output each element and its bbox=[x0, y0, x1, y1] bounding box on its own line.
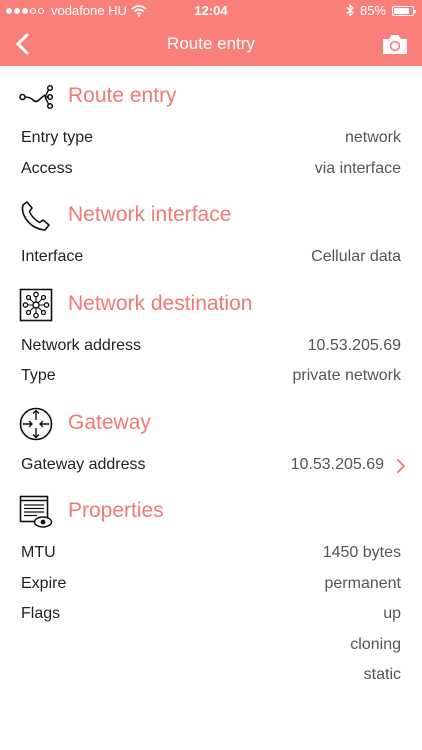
detail-content: Route entry Entry type network Access vi… bbox=[0, 66, 422, 692]
detail-row-type: Type private network bbox=[0, 362, 422, 393]
row-value: up bbox=[383, 605, 401, 622]
phone-icon bbox=[21, 201, 50, 231]
row-label: Type bbox=[21, 367, 56, 384]
row-value: via interface bbox=[314, 159, 401, 177]
row-value: Cellular data bbox=[311, 248, 401, 265]
row-label: Expire bbox=[21, 574, 67, 592]
detail-row-flag-static: static bbox=[0, 661, 422, 692]
row-value: private network bbox=[292, 367, 402, 384]
row-value: 10.53.205.69 bbox=[307, 336, 401, 354]
document-eye-icon bbox=[19, 495, 53, 528]
detail-row-access: Access via interface bbox=[0, 155, 422, 186]
row-label: MTU bbox=[21, 544, 56, 561]
section-title-gateway: Gateway bbox=[68, 410, 151, 434]
detail-row-flag-cloning: cloning bbox=[0, 631, 422, 662]
status-right: 85% bbox=[346, 3, 416, 18]
detail-row-entry-type: Entry type network bbox=[0, 124, 422, 155]
row-label: Flags bbox=[21, 605, 61, 622]
nav-title: Route entry bbox=[167, 34, 255, 53]
row-label: Interface bbox=[21, 248, 84, 265]
row-value: cloning bbox=[350, 635, 401, 653]
detail-row-mtu: MTU 1450 bytes bbox=[0, 539, 422, 570]
section-network-destination: Network destination bbox=[0, 274, 422, 332]
row-label: Network address bbox=[21, 336, 142, 354]
section-network-interface: Network interface bbox=[0, 185, 422, 243]
camera-icon[interactable] bbox=[380, 30, 410, 58]
row-label: Entry type bbox=[21, 129, 94, 146]
detail-row-expire: Expire permanent bbox=[0, 570, 422, 601]
row-value: 10.53.205.69 bbox=[290, 455, 384, 473]
network-icon bbox=[19, 288, 53, 321]
section-title-network-destination: Network destination bbox=[68, 291, 253, 315]
row-value: 1450 bytes bbox=[322, 544, 401, 561]
row-value: permanent bbox=[324, 574, 402, 592]
row-value: static bbox=[363, 666, 401, 683]
section-gateway: Gateway bbox=[0, 393, 422, 451]
status-bar: vodafone HU 12:04 85% bbox=[0, 0, 422, 22]
section-properties: Properties bbox=[0, 481, 422, 539]
battery-icon bbox=[392, 5, 416, 16]
section-title-properties: Properties bbox=[68, 499, 164, 522]
row-label: Gateway address bbox=[21, 455, 146, 473]
section-title-network-interface: Network interface bbox=[68, 203, 232, 226]
detail-row-gateway-address[interactable]: Gateway address 10.53.205.69 bbox=[0, 451, 422, 482]
chevron-right-icon bbox=[397, 458, 405, 473]
row-value: network bbox=[344, 129, 401, 146]
battery-percent: 85% bbox=[359, 3, 386, 18]
route-icon bbox=[19, 84, 53, 110]
section-route-entry: Route entry bbox=[0, 66, 422, 124]
detail-row-interface: Interface Cellular data bbox=[0, 243, 422, 274]
detail-row-network-address: Network address 10.53.205.69 bbox=[0, 332, 422, 363]
navigation-bar: Route entry bbox=[0, 22, 422, 66]
detail-row-flags: Flags up bbox=[0, 600, 422, 631]
router-icon bbox=[19, 407, 53, 440]
bluetooth-icon bbox=[346, 4, 354, 17]
battery-fill bbox=[394, 7, 410, 14]
section-title-route-entry: Route entry bbox=[68, 84, 177, 107]
row-label: Access bbox=[21, 159, 73, 177]
